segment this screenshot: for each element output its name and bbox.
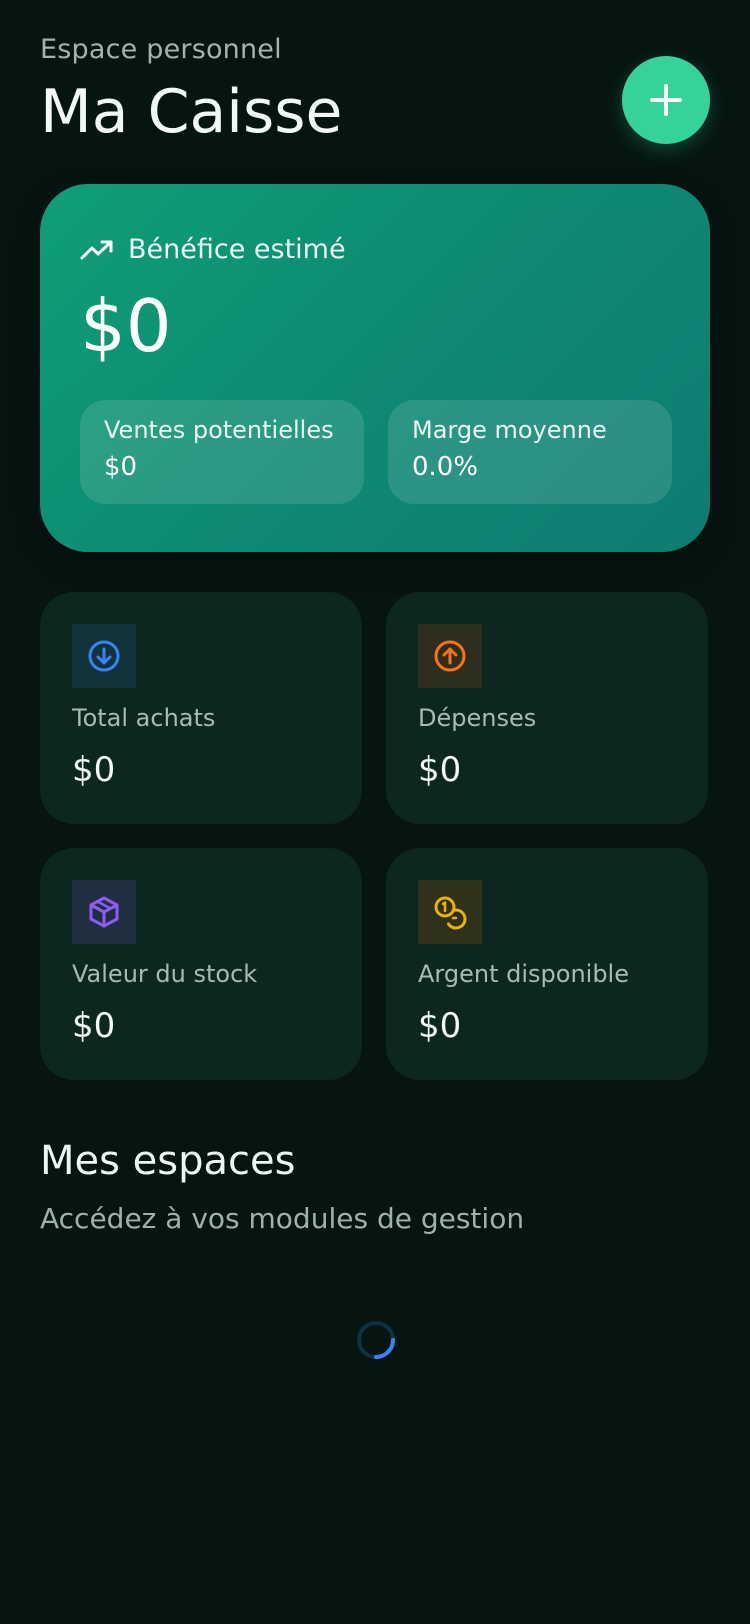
stat-card-stock-value[interactable]: Valeur du stock $0 [40, 848, 362, 1080]
page-title: Ma Caisse [40, 77, 343, 147]
page-eyebrow: Espace personnel [40, 34, 282, 65]
header: Espace personnel Ma Caisse [40, 34, 710, 147]
estimated-profit-card[interactable]: Bénéfice estimé $0 Ventes potentielles $… [40, 184, 710, 552]
dashboard-screen: Espace personnel Ma Caisse Bénéfice esti… [0, 0, 750, 1624]
trending-up-icon [80, 240, 113, 259]
coins-icon [434, 896, 467, 930]
stat-icon-box [72, 880, 136, 944]
stat-label: Argent disponible [418, 960, 629, 988]
stat-card-total-purchases[interactable]: Total achats $0 [40, 592, 362, 824]
plus-icon [650, 84, 682, 116]
average-margin-label: Marge moyenne [412, 416, 607, 444]
stat-icon-box [418, 624, 482, 688]
stat-value: $0 [418, 750, 462, 790]
estimated-profit-value: $0 [80, 284, 172, 368]
box-icon [89, 896, 119, 928]
potential-sales-value: $0 [104, 452, 138, 482]
average-margin-value: 0.0% [412, 452, 479, 482]
stat-label: Dépenses [418, 704, 537, 732]
arrow-down-circle-icon [88, 640, 120, 672]
potential-sales-label: Ventes potentielles [104, 416, 334, 444]
stat-value: $0 [418, 1006, 462, 1046]
stat-label: Total achats [72, 704, 216, 732]
add-button[interactable] [622, 56, 710, 144]
stat-label: Valeur du stock [72, 960, 258, 988]
spaces-subtitle: Accédez à vos modules de gestion [40, 1202, 525, 1235]
estimated-profit-header: Bénéfice estimé [80, 234, 346, 265]
potential-sales-tile: Ventes potentielles $0 [80, 400, 364, 504]
arrow-up-circle-icon [434, 640, 466, 672]
loading-spinner-icon [357, 1321, 395, 1359]
stat-value: $0 [72, 750, 116, 790]
stat-card-available-cash[interactable]: Argent disponible $0 [386, 848, 708, 1080]
stat-icon-box [418, 880, 482, 944]
estimated-profit-label: Bénéfice estimé [128, 234, 346, 265]
average-margin-tile: Marge moyenne 0.0% [388, 400, 672, 504]
stat-icon-box [72, 624, 136, 688]
stat-card-expenses[interactable]: Dépenses $0 [386, 592, 708, 824]
spaces-title: Mes espaces [40, 1138, 296, 1184]
stat-value: $0 [72, 1006, 116, 1046]
